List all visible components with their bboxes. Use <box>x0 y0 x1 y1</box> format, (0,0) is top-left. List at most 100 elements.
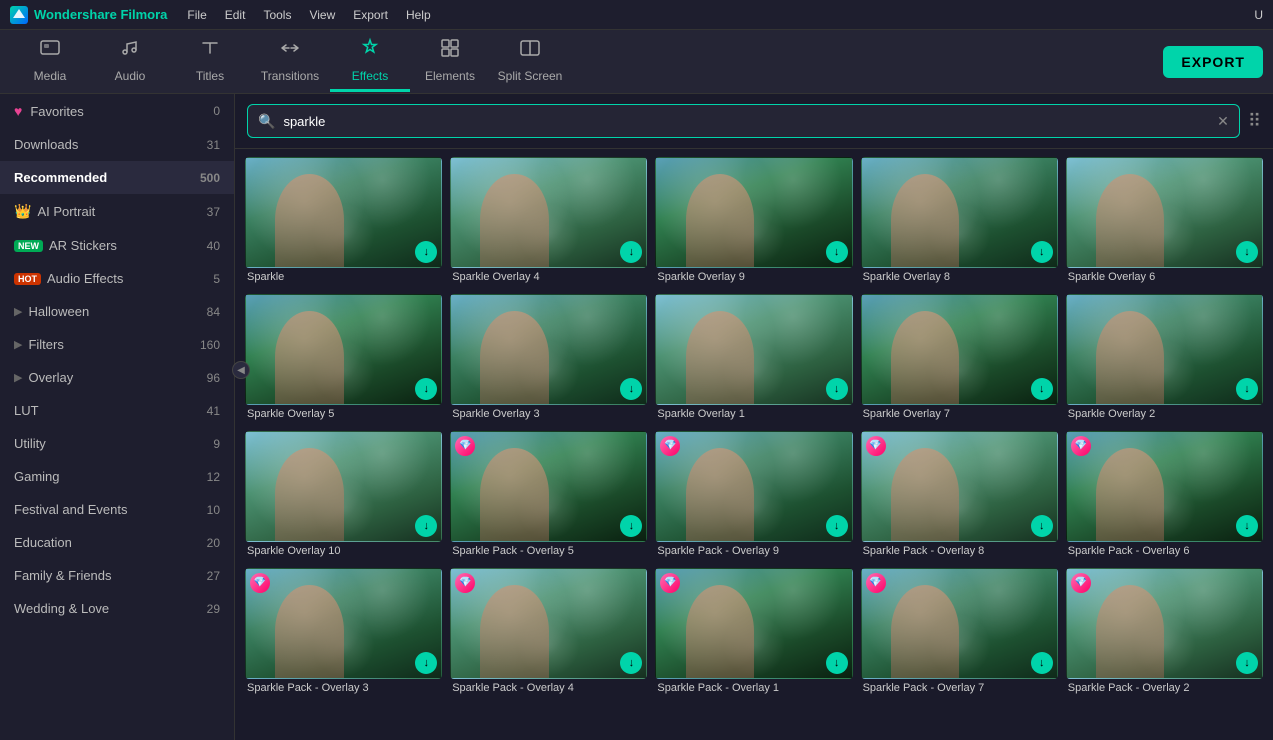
media-label: Media <box>34 69 67 83</box>
sidebar-item-ar-stickers[interactable]: NEW AR Stickers 40 <box>0 229 234 262</box>
titles-icon <box>199 37 221 65</box>
sidebar-item-overlay[interactable]: ▶ Overlay 96 <box>0 361 234 394</box>
grid-item[interactable]: ↓Sparkle Overlay 6 <box>1066 157 1263 286</box>
effect-name: Sparkle Overlay 10 <box>245 542 442 560</box>
toolbar-media[interactable]: Media <box>10 32 90 92</box>
sidebar-label-gaming: Gaming <box>14 469 207 484</box>
effect-name: Sparkle Overlay 2 <box>1066 405 1263 423</box>
sidebar-item-utility[interactable]: Utility 9 <box>0 427 234 460</box>
audio-icon <box>119 37 141 65</box>
premium-gem-icon: 💎 <box>866 436 886 456</box>
grid-item[interactable]: 💎↓Sparkle Pack - Overlay 6 <box>1066 431 1263 560</box>
effects-grid: ↓Sparkle↓Sparkle Overlay 4↓Sparkle Overl… <box>245 157 1263 697</box>
download-icon: ↓ <box>826 652 848 674</box>
effect-name: Sparkle Pack - Overlay 6 <box>1066 542 1263 560</box>
sidebar-item-ai-portrait[interactable]: 👑 AI Portrait 37 <box>0 194 234 229</box>
grid-item[interactable]: ↓Sparkle Overlay 7 <box>861 294 1058 423</box>
sidebar-count-ai-portrait: 37 <box>207 205 220 219</box>
toolbar: Media Audio Titles Transitions <box>0 30 1273 94</box>
search-input[interactable] <box>283 114 1217 129</box>
sidebar-item-family-friends[interactable]: Family & Friends 27 <box>0 559 234 592</box>
effect-name: Sparkle <box>245 268 442 286</box>
app-name: Wondershare Filmora <box>34 7 167 22</box>
download-icon: ↓ <box>1031 241 1053 263</box>
clear-search-icon[interactable]: ✕ <box>1217 113 1229 130</box>
sidebar-item-recommended[interactable]: Recommended 500 <box>0 161 234 194</box>
menu-items: File Edit Tools View Export Help <box>187 8 430 22</box>
search-bar: 🔍 ✕ ⠿ <box>235 94 1273 149</box>
download-icon: ↓ <box>1236 378 1258 400</box>
toolbar-effects[interactable]: Effects <box>330 32 410 92</box>
sidebar-item-favorites[interactable]: ♥ Favorites 0 <box>0 94 234 128</box>
menu-view[interactable]: View <box>309 8 335 22</box>
effect-name: Sparkle Pack - Overlay 4 <box>450 679 647 697</box>
sidebar-count-overlay: 96 <box>207 371 220 385</box>
grid-item[interactable]: ↓Sparkle Overlay 5 <box>245 294 442 423</box>
menu-export[interactable]: Export <box>353 8 388 22</box>
sidebar-count-education: 20 <box>207 536 220 550</box>
content-area: 🔍 ✕ ⠿ ↓Sparkle↓Sparkle Overlay 4↓Sparkle… <box>235 94 1273 740</box>
toolbar-audio[interactable]: Audio <box>90 32 170 92</box>
user-area: U <box>1254 8 1263 22</box>
grid-item[interactable]: ↓Sparkle <box>245 157 442 286</box>
menu-edit[interactable]: Edit <box>225 8 246 22</box>
effect-name: Sparkle Pack - Overlay 2 <box>1066 679 1263 697</box>
toolbar-titles[interactable]: Titles <box>170 32 250 92</box>
menu-help[interactable]: Help <box>406 8 431 22</box>
sidebar-label-downloads: Downloads <box>14 137 207 152</box>
grid-item[interactable]: ↓Sparkle Overlay 3 <box>450 294 647 423</box>
grid-item[interactable]: 💎↓Sparkle Pack - Overlay 4 <box>450 568 647 697</box>
download-icon: ↓ <box>415 652 437 674</box>
grid-item[interactable]: ↓Sparkle Overlay 9 <box>655 157 852 286</box>
download-icon: ↓ <box>826 378 848 400</box>
sidebar-item-festival-events[interactable]: Festival and Events 10 <box>0 493 234 526</box>
grid-item[interactable]: 💎↓Sparkle Pack - Overlay 9 <box>655 431 852 560</box>
grid-item[interactable]: 💎↓Sparkle Pack - Overlay 8 <box>861 431 1058 560</box>
download-icon: ↓ <box>620 241 642 263</box>
grid-item[interactable]: ↓Sparkle Overlay 10 <box>245 431 442 560</box>
grid-item[interactable]: 💎↓Sparkle Pack - Overlay 7 <box>861 568 1058 697</box>
sidebar-label-halloween: Halloween <box>28 304 206 319</box>
sidebar-item-filters[interactable]: ▶ Filters 160 <box>0 328 234 361</box>
sidebar-collapse-button[interactable]: ◀ <box>232 361 250 379</box>
sidebar-item-lut[interactable]: LUT 41 <box>0 394 234 427</box>
grid-item[interactable]: ↓Sparkle Overlay 8 <box>861 157 1058 286</box>
grid-item[interactable]: 💎↓Sparkle Pack - Overlay 2 <box>1066 568 1263 697</box>
menu-file[interactable]: File <box>187 8 206 22</box>
sidebar-item-wedding-love[interactable]: Wedding & Love 29 <box>0 592 234 625</box>
sidebar-label-favorites: Favorites <box>30 104 213 119</box>
grid-item[interactable]: 💎↓Sparkle Pack - Overlay 3 <box>245 568 442 697</box>
sidebar-label-recommended: Recommended <box>14 170 200 185</box>
grid-item[interactable]: 💎↓Sparkle Pack - Overlay 1 <box>655 568 852 697</box>
sidebar-item-gaming[interactable]: Gaming 12 <box>0 460 234 493</box>
grid-view-icon[interactable]: ⠿ <box>1248 111 1261 132</box>
transitions-icon <box>279 37 301 65</box>
sidebar-label-wedding-love: Wedding & Love <box>14 601 207 616</box>
sidebar-label-overlay: Overlay <box>28 370 206 385</box>
app-logo: Wondershare Filmora <box>10 6 167 24</box>
export-button[interactable]: EXPORT <box>1163 46 1263 78</box>
download-icon: ↓ <box>1236 515 1258 537</box>
toolbar-elements[interactable]: Elements <box>410 32 490 92</box>
heart-icon: ♥ <box>14 103 22 119</box>
split-screen-icon <box>519 37 541 65</box>
premium-gem-icon: 💎 <box>866 573 886 593</box>
effect-name: Sparkle Overlay 5 <box>245 405 442 423</box>
grid-item[interactable]: 💎↓Sparkle Pack - Overlay 5 <box>450 431 647 560</box>
effect-name: Sparkle Pack - Overlay 3 <box>245 679 442 697</box>
sidebar-label-family-friends: Family & Friends <box>14 568 207 583</box>
sidebar-label-ar-stickers: AR Stickers <box>49 238 207 253</box>
sidebar-item-audio-effects[interactable]: HOT Audio Effects 5 <box>0 262 234 295</box>
grid-item[interactable]: ↓Sparkle Overlay 1 <box>655 294 852 423</box>
sidebar-item-education[interactable]: Education 20 <box>0 526 234 559</box>
toolbar-split-screen[interactable]: Split Screen <box>490 32 570 92</box>
grid-item[interactable]: ↓ Sparkle Overlay 2 <box>1066 294 1263 423</box>
sidebar-item-downloads[interactable]: Downloads 31 <box>0 128 234 161</box>
titles-label: Titles <box>196 69 224 83</box>
sidebar-item-halloween[interactable]: ▶ Halloween 84 <box>0 295 234 328</box>
grid-item[interactable]: ↓Sparkle Overlay 4 <box>450 157 647 286</box>
sidebar-count-utility: 9 <box>213 437 220 451</box>
toolbar-transitions[interactable]: Transitions <box>250 32 330 92</box>
sidebar: ♥ Favorites 0 Downloads 31 Recommended 5… <box>0 94 235 740</box>
menu-tools[interactable]: Tools <box>263 8 291 22</box>
